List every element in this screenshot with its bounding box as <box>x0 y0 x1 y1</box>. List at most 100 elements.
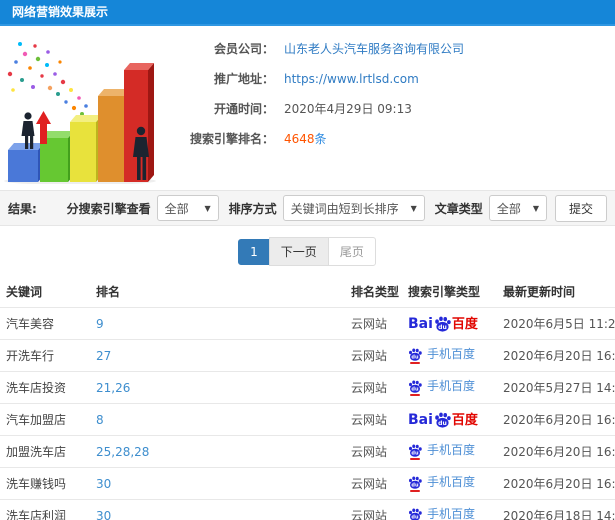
rank-cell[interactable]: 21,26 <box>90 371 345 404</box>
rank-type-cell: 云网站 <box>345 499 402 520</box>
engine-select-value: 全部 <box>164 201 189 216</box>
rank-type-cell: 云网站 <box>345 307 402 340</box>
article-type-label: 文章类型 <box>434 201 483 216</box>
baidu-paw-icon: du <box>409 443 422 457</box>
filter-bar: 结果: 分搜索引擎查看 全部 ▼ 排序方式 关键词由短到长排序 ▼ 文章类型 全… <box>0 190 615 226</box>
table-row: 汽车加盟店 8 云网站 Baidu百度 2020年6月20日 16:12 <box>0 403 615 436</box>
url-label: 推广地址： <box>213 72 274 86</box>
info-row-url: 推广地址： https://www.lrtlsd.com <box>162 70 464 87</box>
mobile-baidu-logo: du 手机百度 <box>408 347 475 364</box>
keyword-cell: 汽车加盟店 <box>0 403 90 436</box>
open-time-label: 开通时间： <box>213 102 274 116</box>
keyword-cell: 汽车美容 <box>0 307 90 340</box>
baidu-paw-icon: du <box>409 475 422 489</box>
rank-type-cell: 云网站 <box>345 467 402 500</box>
bar-chart-art-icon <box>4 42 156 185</box>
top-section: 会员公司： 山东老人头汽车服务咨询有限公司 推广地址： https://www.… <box>0 26 615 190</box>
result-label: 结果: <box>8 201 37 216</box>
rank-cell[interactable]: 25,28,28 <box>90 435 345 468</box>
rank-type-cell: 云网站 <box>345 435 402 468</box>
header-update-time: 最新更新时间 <box>497 276 615 308</box>
keyword-ranking-table: 关键词 排名 排名类型 搜索引擎类型 最新更新时间 汽车美容 9 云网站 Bai… <box>0 276 615 520</box>
baidu-paw-icon: du <box>435 316 451 332</box>
update-time-cell: 2020年6月18日 14:27 <box>497 499 615 520</box>
engine-type-cell: du 手机百度 <box>402 371 497 404</box>
svg-text:du: du <box>411 386 419 392</box>
submit-button[interactable]: 提交 <box>554 194 607 222</box>
svg-text:du: du <box>411 354 419 360</box>
chevron-down-icon: ▼ <box>204 203 211 213</box>
engine-type-cell: du 手机百度 <box>402 499 497 520</box>
sort-select-value: 关键词由短到长排序 <box>290 201 399 216</box>
keyword-cell: 洗车店投资 <box>0 371 90 404</box>
mobile-baidu-logo: du 手机百度 <box>408 475 475 492</box>
chevron-down-icon: ▼ <box>410 203 417 213</box>
company-link[interactable]: 山东老人头汽车服务咨询有限公司 <box>284 40 464 57</box>
info-row-open-time: 开通时间： 2020年4月29日 09:13 <box>162 100 464 117</box>
info-row-company: 会员公司： 山东老人头汽车服务咨询有限公司 <box>162 40 464 57</box>
mobile-baidu-logo: du 手机百度 <box>408 379 475 396</box>
confetti-dots-icon <box>7 42 88 116</box>
chevron-down-icon: ▼ <box>532 203 539 213</box>
table-row: 汽车美容 9 云网站 Bai du 百度 2020年6月5日 11:24 <box>0 307 615 340</box>
header-rank: 排名 <box>90 276 345 308</box>
info-row-rank-count: 搜索引擎排名： 4648条 <box>162 130 464 147</box>
engine-type-cell: Bai du 百度 <box>402 307 497 340</box>
table-header-row: 关键词 排名 排名类型 搜索引擎类型 最新更新时间 <box>0 276 615 308</box>
baidu-logo: Bai du 百度 <box>408 316 478 332</box>
update-time-cell: 2020年5月27日 14:58 <box>497 371 615 404</box>
svg-text:du: du <box>411 450 419 456</box>
update-time-cell: 2020年6月20日 16:12 <box>497 403 615 436</box>
baidu-logo: Bai du 百度 <box>408 412 478 428</box>
member-info: 会员公司： 山东老人头汽车服务咨询有限公司 推广地址： https://www.… <box>162 32 464 186</box>
baidu-paw-icon: du <box>409 379 422 393</box>
mobile-baidu-logo: du 手机百度 <box>408 507 475 520</box>
update-time-cell: 2020年6月20日 16:12 <box>497 467 615 500</box>
company-label: 会员公司： <box>213 42 274 56</box>
last-page-button[interactable]: 尾页 <box>327 237 376 266</box>
rank-cell[interactable]: 30 <box>90 499 345 520</box>
engine-filter-label: 分搜索引擎查看 <box>66 201 151 216</box>
keyword-cell: 洗车赚钱吗 <box>0 467 90 500</box>
keyword-cell: 洗车店利润 <box>0 499 90 520</box>
keyword-cell: 加盟洗车店 <box>0 435 90 468</box>
rank-count-unit: 条 <box>314 132 327 146</box>
engine-type-cell: du 手机百度 <box>402 467 497 500</box>
sort-filter-label: 排序方式 <box>228 201 277 216</box>
table-row: 洗车赚钱吗 30 云网站 du手机百度 2020年6月20日 16:12 <box>0 467 615 500</box>
rank-count-number: 4648 <box>284 132 315 146</box>
header-rank-type: 排名类型 <box>345 276 402 308</box>
rank-type-cell: 云网站 <box>345 339 402 372</box>
page-title: 网络营销效果展示 <box>12 5 109 19</box>
rank-cell[interactable]: 9 <box>90 307 345 340</box>
keyword-cell: 开洗车行 <box>0 339 90 372</box>
article-type-select-value: 全部 <box>496 201 521 216</box>
engine-type-cell: Bai du 百度 <box>402 403 497 436</box>
engine-type-cell: du 手机百度 <box>402 435 497 468</box>
next-page-button[interactable]: 下一页 <box>268 237 329 266</box>
rank-cell[interactable]: 27 <box>90 339 345 372</box>
svg-text:du: du <box>438 324 447 331</box>
engine-type-cell: du 手机百度 <box>402 339 497 372</box>
rank-cell[interactable]: 30 <box>90 467 345 500</box>
titlebar: 网络营销效果展示 <box>0 0 615 26</box>
rank-count-value: 4648条 <box>284 130 327 147</box>
table-row: 开洗车行 27 云网站 du手机百度 2020年6月20日 16:16 <box>0 339 615 372</box>
header-keyword: 关键词 <box>0 276 90 308</box>
rank-cell[interactable]: 8 <box>90 403 345 436</box>
page-1-button[interactable]: 1 <box>238 239 270 265</box>
rank-type-cell: 云网站 <box>345 371 402 404</box>
update-time-cell: 2020年6月20日 16:16 <box>497 339 615 372</box>
engine-select[interactable]: 全部 ▼ <box>156 195 219 221</box>
promo-url-link[interactable]: https://www.lrtlsd.com <box>284 72 419 86</box>
article-type-select[interactable]: 全部 ▼ <box>488 195 547 221</box>
rank-count-label: 搜索引擎排名： <box>189 132 274 146</box>
svg-text:du: du <box>411 514 419 520</box>
baidu-paw-icon: du <box>435 412 451 428</box>
sort-select[interactable]: 关键词由短到长排序 ▼ <box>282 195 425 221</box>
table-row: 加盟洗车店 25,28,28 云网站 du手机百度 2020年6月20日 16:… <box>0 435 615 468</box>
update-time-cell: 2020年6月20日 16:11 <box>497 435 615 468</box>
update-time-cell: 2020年6月5日 11:24 <box>497 307 615 340</box>
svg-text:du: du <box>411 482 419 488</box>
baidu-paw-icon: du <box>409 507 422 520</box>
